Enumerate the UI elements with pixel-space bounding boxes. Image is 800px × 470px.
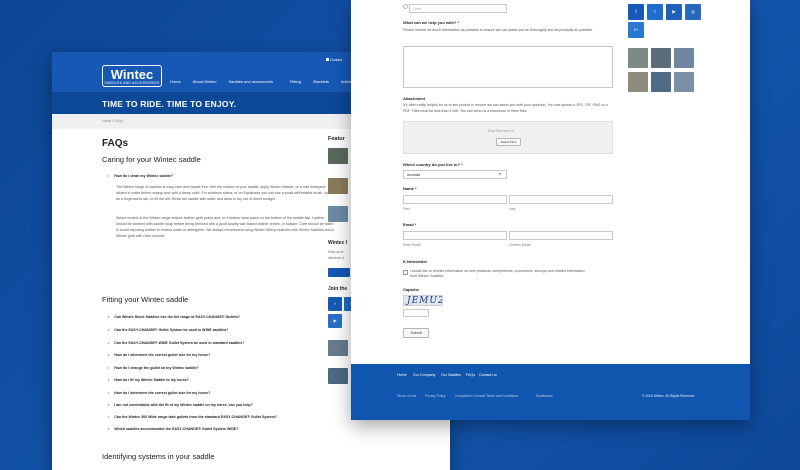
footer-copyright: © 2015 Wintec. All Rights Reserved. [642, 394, 696, 398]
footer-terms[interactable]: Terms of Use [397, 394, 416, 398]
nav-home[interactable]: Home [170, 79, 181, 84]
featured-thumbnail[interactable] [328, 148, 348, 164]
captcha-input[interactable] [403, 309, 429, 317]
logo-subtitle: SADDLES AND ACCESSORIES [104, 81, 160, 85]
site-footer: Home Our Company Our Saddles FAQs Contac… [351, 364, 750, 420]
email-input[interactable] [403, 231, 507, 240]
youtube-icon[interactable]: ▶ [666, 4, 682, 20]
other-radio[interactable] [403, 4, 408, 9]
nav-saddles[interactable]: Saddles and accessories [228, 79, 272, 84]
attachment-label: Attachment [403, 96, 426, 101]
footer-distributors[interactable]: Distributors [536, 394, 553, 398]
file-dropzone[interactable]: Drop files here or Select Files [403, 121, 613, 154]
nav-about[interactable]: About Wintec [193, 79, 217, 84]
faq-answer-para-1: The Wintec range of saddles is easy-care… [116, 185, 332, 201]
other-placeholder: Other [413, 7, 422, 11]
faq-answer-para-2: Select models in the Wintec range featur… [116, 216, 334, 238]
faq-question[interactable]: How do I determine the correct gullet si… [108, 353, 210, 357]
newsletter-text: Keep up to [328, 250, 344, 254]
help-label: What can we help you with? * [403, 20, 460, 25]
country-value: Australia [407, 173, 421, 177]
section-heading-fitting: Fitting your Wintec saddle [102, 295, 189, 304]
faq-question[interactable]: How do I determine the correct gullet si… [108, 391, 210, 395]
faq-question[interactable]: How do I change the gullet on my Wintec … [108, 366, 198, 370]
faq-question[interactable]: How do I clean my Wintec saddle? [108, 174, 173, 178]
gallery-photo[interactable] [628, 72, 648, 92]
newsletter-checkbox[interactable] [403, 270, 408, 275]
help-hint: Please include as much information as po… [403, 28, 594, 32]
gallery-photo[interactable] [651, 72, 671, 92]
enter-email-label: Enter Email [403, 243, 421, 247]
youtube-icon[interactable]: ▶ [328, 314, 342, 328]
captcha-label: Captcha [403, 287, 419, 292]
faq-question[interactable]: How do I fit my Wintec Saddle to my hors… [108, 378, 189, 382]
last-name-input[interactable] [509, 195, 613, 204]
country-label: Which country do you live in? * [403, 162, 463, 167]
country-select[interactable]: Australia ▾ [403, 170, 507, 179]
gallery-photo[interactable] [674, 48, 694, 68]
name-label: Name * [403, 186, 417, 191]
banner-tagline: TIME TO RIDE. TIME TO ENJOY. [102, 99, 237, 109]
captcha-image: JEMU2 [403, 295, 443, 306]
newsletter-text: delivered d [328, 256, 344, 260]
chevron-down-icon: ▾ [499, 172, 501, 176]
sidebar-featured-heading: Featur [328, 136, 345, 142]
instagram-icon[interactable]: ◎ [685, 4, 701, 20]
gallery-photo[interactable] [674, 72, 694, 92]
facebook-icon[interactable]: f [628, 4, 644, 20]
flag-icon [326, 58, 329, 61]
footer-link-saddles[interactable]: Our Saddles [441, 373, 461, 377]
contact-link[interactable]: Contact [330, 58, 342, 62]
email-label: Email * [403, 222, 417, 227]
confirm-email-label: Confirm Email [509, 243, 531, 247]
footer-competition-terms[interactable]: Competition General Terms and Conditions [455, 394, 518, 398]
sidebar-newsletter-heading: Wintec l [328, 240, 348, 246]
twitter-icon[interactable]: t [647, 4, 663, 20]
faq-question[interactable]: Which saddles accommodate the EASY-CHANG… [108, 427, 238, 431]
submit-button[interactable]: Submit [403, 328, 429, 338]
help-textarea[interactable] [403, 46, 613, 88]
faq-question[interactable]: Can the EASY-CHANGE® WIDE Gullet System … [108, 341, 244, 345]
newsletter-label: E-Newsletter [403, 259, 428, 264]
captcha-text: JEMU2 [407, 296, 443, 306]
newsletter-button[interactable] [328, 268, 350, 277]
gallery-photo[interactable] [651, 48, 671, 68]
logo-text: Wintec [110, 67, 154, 82]
linkedin-icon[interactable]: in [628, 22, 644, 38]
sidebar-photo[interactable] [328, 340, 348, 356]
contact-form-page-screenshot: Other What can we help you with? * Pleas… [351, 0, 750, 420]
section-heading-identifying: Identifying systems in your saddle [102, 452, 215, 461]
newsletter-text: I would like to receive information on n… [410, 269, 585, 278]
facebook-icon[interactable]: f [328, 297, 342, 311]
sidebar-join-heading: Join the [328, 286, 348, 292]
faq-question[interactable]: Can Wintec Stock Saddles use the full ra… [108, 315, 240, 319]
attachment-hint: It's often really helpful for us to see … [403, 103, 608, 113]
faq-question[interactable]: Can the EASY-CHANGE® Gullet System be us… [108, 328, 228, 332]
last-label: Last [509, 207, 516, 211]
other-input[interactable]: Other [409, 4, 507, 13]
featured-thumbnail[interactable] [328, 206, 348, 222]
gallery-photo[interactable] [628, 48, 648, 68]
faq-question[interactable]: Can the Wintec 500 Wide range take gulle… [108, 415, 277, 419]
featured-thumbnail[interactable] [328, 178, 348, 194]
footer-privacy[interactable]: Privacy Policy [425, 394, 446, 398]
faq-question[interactable]: I am not comfortable with the fit of my … [108, 403, 253, 407]
select-files-button[interactable]: Select Files [496, 138, 521, 146]
footer-link-home[interactable]: Home [397, 373, 407, 377]
footer-link-contact[interactable]: Contact Us [479, 373, 497, 377]
confirm-email-input[interactable] [509, 231, 613, 240]
drop-text: Drop files here or [488, 129, 515, 133]
first-name-input[interactable] [403, 195, 507, 204]
page-title: FAQs [102, 138, 129, 149]
breadcrumb-text[interactable]: Home / FAQs [102, 119, 123, 123]
first-label: First [403, 207, 410, 211]
nav-fitting[interactable]: Fitting [290, 79, 301, 84]
sidebar-photo[interactable] [328, 368, 348, 384]
nav-stockists[interactable]: Stockists [313, 79, 329, 84]
section-heading-caring: Caring for your Wintec saddle [102, 155, 201, 164]
wintec-logo[interactable]: Wintec SADDLES AND ACCESSORIES [102, 65, 162, 87]
footer-link-faqs[interactable]: FAQs [466, 373, 475, 377]
footer-link-company[interactable]: Our Company [413, 373, 435, 377]
